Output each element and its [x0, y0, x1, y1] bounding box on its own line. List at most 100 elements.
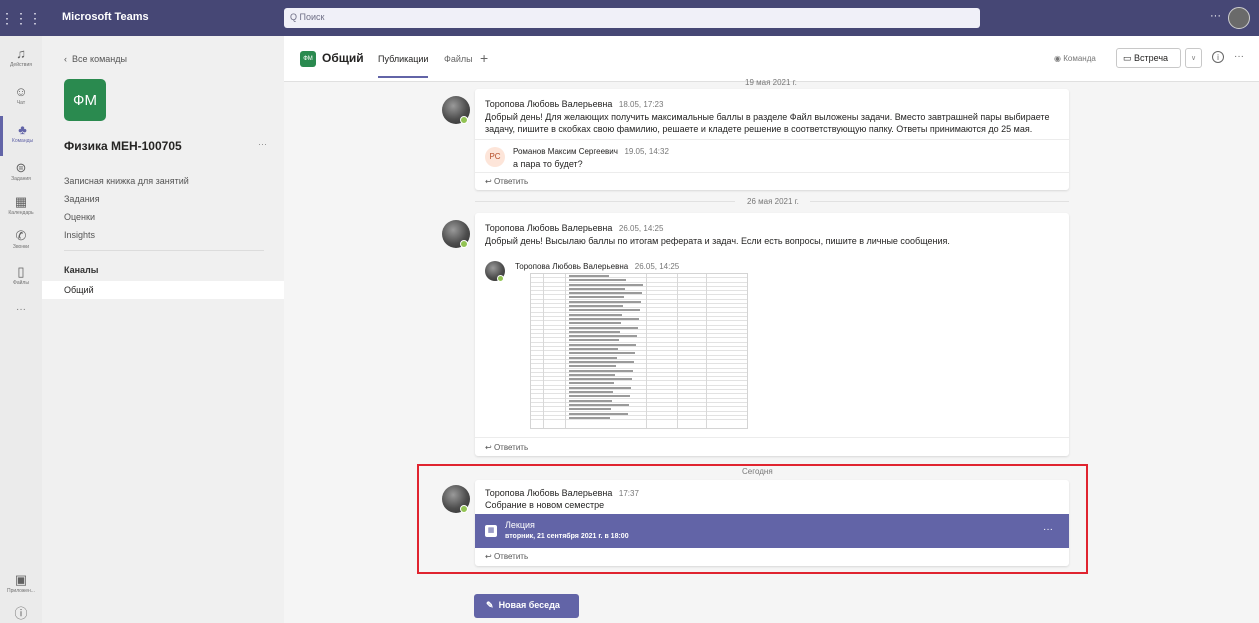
presence-available-icon [460, 116, 468, 124]
user-avatar[interactable] [1228, 7, 1250, 29]
divider [475, 201, 735, 202]
spreadsheet-cell-text [569, 386, 631, 389]
spreadsheet-cell-text [569, 305, 623, 308]
spreadsheet-column [677, 274, 678, 428]
spreadsheet-cell-text [569, 300, 641, 303]
rail-chat[interactable]: ☺ Чат [0, 78, 42, 118]
spreadsheet-cell-text [569, 313, 622, 316]
divider [64, 250, 264, 251]
presence-available-icon [460, 240, 468, 248]
message-header: Торопова Любовь Валерьевна 26.05, 14:25 [485, 223, 663, 233]
message-text: Добрый день! Высылаю баллы по итогам реф… [485, 236, 950, 246]
avatar[interactable]: PC [485, 147, 505, 167]
nav-assignments[interactable]: Задания [64, 194, 100, 204]
more-options-icon[interactable]: ··· [1210, 10, 1221, 22]
more-options-icon[interactable]: ··· [1234, 51, 1244, 62]
author-name[interactable]: Торопова Любовь Валерьевна [485, 99, 612, 109]
spreadsheet-row [531, 416, 747, 421]
eye-icon: ◉ [1054, 54, 1061, 63]
spreadsheet-cell-text [569, 317, 639, 320]
author-name[interactable]: Торопова Любовь Валерьевна [485, 223, 612, 233]
add-tab-icon[interactable]: + [480, 50, 488, 66]
spreadsheet-cell-text [569, 292, 642, 295]
reply-button[interactable]: ↩ Ответить [485, 177, 528, 186]
reply-text: а пара то будет? [513, 159, 583, 169]
spreadsheet-cell-text [569, 395, 630, 398]
spreadsheet-cell-text [569, 322, 621, 325]
rail-files[interactable]: ▯ Файлы [0, 258, 42, 298]
date-divider: 26 мая 2021 г. [747, 197, 799, 206]
file-icon: ▯ [17, 264, 25, 279]
help-icon: ⓘ [14, 606, 28, 621]
meet-button[interactable]: ▭ Встреча [1116, 48, 1181, 68]
apps-icon: ▣ [14, 572, 28, 587]
channels-heading: Каналы [64, 265, 99, 275]
reply-arrow-icon: ↩ [485, 443, 492, 452]
tab-files[interactable]: Файлы [444, 54, 473, 64]
spreadsheet-cell-text [569, 279, 626, 282]
new-conversation-button[interactable]: ✎ Новая беседа [474, 594, 579, 618]
team-panel: ‹ Все команды ФМ Физика МЕН-100705 ··· З… [42, 36, 284, 623]
spreadsheet-cell-text [569, 382, 614, 385]
spreadsheet-cell-text [569, 378, 632, 381]
rail-teams[interactable]: ♣ Команды [0, 116, 42, 156]
spreadsheet-cell-text [569, 335, 637, 338]
reply-header: Романов Максим Сергеевич 19.05, 14:32 [513, 146, 669, 156]
rail-help[interactable]: ⓘ [0, 600, 42, 623]
spreadsheet-column [543, 274, 544, 428]
channel-general[interactable]: Общий [42, 281, 284, 299]
message-text: Добрый день! Для желающих получить макси… [485, 112, 1050, 134]
message-card: Торопова Любовь Валерьевна 26.05, 14:25 … [475, 213, 1069, 456]
spreadsheet-cell-text [569, 348, 618, 351]
date-divider: 19 мая 2021 г. [745, 78, 797, 87]
forwarded-header: Торопова Любовь Валерьевна 26.05, 14:25 [515, 261, 679, 271]
spreadsheet-cell-text [569, 275, 609, 277]
highlight-frame [417, 464, 1088, 574]
divider [475, 172, 1069, 173]
divider [475, 139, 1069, 140]
team-button[interactable]: ◉ Команда [1054, 54, 1096, 63]
assignments-icon: ⊜ [15, 160, 27, 175]
timestamp: 26.05, 14:25 [618, 224, 664, 233]
nav-class-notebook[interactable]: Записная книжка для занятий [64, 176, 189, 186]
rail-calls[interactable]: ✆ Звонки [0, 222, 42, 262]
spreadsheet-column [646, 274, 647, 428]
nav-grades[interactable]: Оценки [64, 212, 95, 222]
spreadsheet-cell-text [569, 296, 624, 299]
message-card: Торопова Любовь Валерьевна 18.05, 17:23 … [475, 89, 1069, 190]
app-rail: ♫ Действия ☺ Чат ♣ Команды ⊜ Задания ▦ К… [0, 36, 42, 623]
timestamp: 26.05, 14:25 [634, 262, 680, 271]
team-more-icon[interactable]: ··· [258, 139, 267, 149]
team-avatar: ФМ [64, 79, 106, 121]
timestamp: 19.05, 14:32 [624, 147, 669, 156]
spreadsheet-cell-text [569, 339, 619, 342]
reply-button[interactable]: ↩ Ответить [485, 443, 528, 452]
author-name[interactable]: Торопова Любовь Валерьевна [515, 262, 628, 271]
back-to-teams-link[interactable]: ‹ Все команды [64, 54, 127, 64]
grades-spreadsheet-image[interactable] [530, 273, 748, 429]
reply-arrow-icon: ↩ [485, 177, 492, 186]
timestamp: 18.05, 17:23 [618, 100, 664, 109]
more-apps-icon[interactable]: ··· [0, 304, 42, 315]
spreadsheet-cell-text [569, 330, 620, 333]
spreadsheet-cell-text [569, 343, 636, 346]
spreadsheet-cell-text [569, 403, 629, 406]
spreadsheet-rows [531, 274, 747, 421]
spreadsheet-cell-text [569, 352, 635, 355]
spreadsheet-cell-text [569, 309, 640, 312]
tab-posts[interactable]: Публикации [378, 54, 429, 78]
app-launcher-icon[interactable]: ⋮⋮⋮ [0, 0, 42, 36]
rail-activity[interactable]: ♫ Действия [0, 40, 42, 80]
search-input[interactable]: Q Поиск [284, 8, 980, 28]
chevron-down-icon[interactable]: ∨ [1185, 48, 1202, 68]
spreadsheet-column [565, 274, 566, 428]
nav-insights[interactable]: Insights [64, 230, 95, 240]
spreadsheet-cell-text [569, 412, 628, 415]
author-name[interactable]: Романов Максим Сергеевич [513, 147, 618, 156]
spreadsheet-cell-text [569, 365, 616, 368]
info-icon[interactable]: i [1212, 51, 1224, 63]
calendar-icon: ▦ [14, 194, 28, 209]
spreadsheet-cell-text [569, 408, 611, 411]
channel-header: ФМ Общий Публикации Файлы + ◉ Команда ▭ … [284, 36, 1259, 82]
chevron-left-icon: ‹ [64, 54, 67, 64]
